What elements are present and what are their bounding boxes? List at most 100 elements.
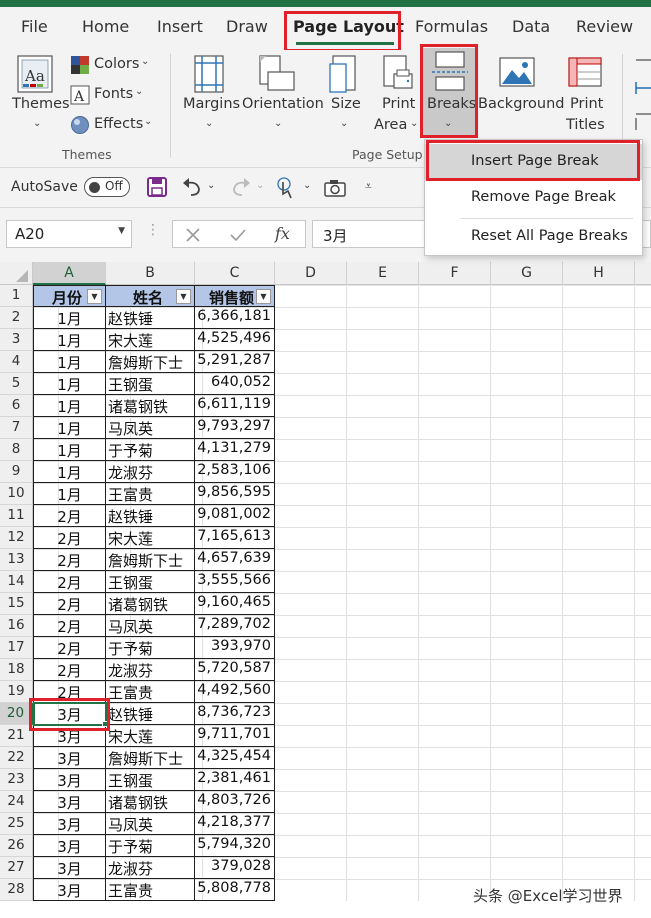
cancel-icon[interactable]: [185, 227, 201, 243]
cell-sales[interactable]: 3,555,566: [195, 571, 275, 593]
print-area-label-1[interactable]: Print: [382, 96, 415, 112]
cell-name[interactable]: 马凤英: [106, 615, 195, 637]
row-header[interactable]: 23: [0, 769, 33, 791]
cell-name[interactable]: 马凤英: [106, 417, 195, 439]
row-header[interactable]: 9: [0, 461, 33, 483]
save-icon[interactable]: [147, 177, 167, 197]
filter-dropdown-icon[interactable]: ▼: [176, 289, 191, 304]
cell-sales[interactable]: 640,052: [195, 373, 275, 395]
tab-data[interactable]: Data: [512, 17, 550, 36]
row-header[interactable]: 24: [0, 791, 33, 813]
cell-sales[interactable]: 5,794,320: [195, 835, 275, 857]
background-button[interactable]: Background: [478, 96, 565, 112]
cell-name[interactable]: 王富贵: [106, 483, 195, 505]
cell-month[interactable]: 2月: [33, 549, 106, 571]
cell-month[interactable]: 3月: [33, 747, 106, 769]
cell-month[interactable]: 2月: [33, 659, 106, 681]
cell-month[interactable]: 1月: [33, 483, 106, 505]
row-header[interactable]: 27: [0, 857, 33, 879]
cell-sales[interactable]: 9,856,595: [195, 483, 275, 505]
cell-sales[interactable]: 5,720,587: [195, 659, 275, 681]
tab-formulas[interactable]: Formulas: [415, 17, 488, 36]
enter-icon[interactable]: [229, 227, 247, 243]
cell-sales[interactable]: 4,325,454: [195, 747, 275, 769]
fonts-button[interactable]: Fonts: [94, 86, 133, 102]
row-header[interactable]: 14: [0, 571, 33, 593]
cell-sales[interactable]: 4,657,639: [195, 549, 275, 571]
column-header-e[interactable]: E: [347, 262, 419, 285]
cell-sales[interactable]: 7,165,613: [195, 527, 275, 549]
cell-name[interactable]: 龙淑芬: [106, 857, 195, 879]
cell-month[interactable]: 1月: [33, 417, 106, 439]
cell-sales[interactable]: 5,808,778: [195, 879, 275, 901]
cell-month[interactable]: 2月: [33, 505, 106, 527]
filter-dropdown-icon[interactable]: ▼: [87, 289, 102, 304]
cell-name[interactable]: 王钢蛋: [106, 373, 195, 395]
cell-sales[interactable]: 4,525,496: [195, 329, 275, 351]
cell-sales[interactable]: 7,289,702: [195, 615, 275, 637]
cell-name[interactable]: 赵铁锤: [106, 703, 195, 725]
cell-name[interactable]: 诸葛钢铁: [106, 791, 195, 813]
select-all-corner[interactable]: [0, 262, 33, 285]
cell-month[interactable]: 1月: [33, 373, 106, 395]
cell-name[interactable]: 诸葛钢铁: [106, 593, 195, 615]
row-header[interactable]: 17: [0, 637, 33, 659]
row-header[interactable]: 10: [0, 483, 33, 505]
row-header[interactable]: 20: [0, 703, 33, 725]
size-button[interactable]: Size: [331, 96, 361, 112]
cell-month[interactable]: 2月: [33, 571, 106, 593]
row-header[interactable]: 6: [0, 395, 33, 417]
customize-qat-icon[interactable]: ⩡: [365, 179, 372, 194]
print-titles-label-1[interactable]: Print: [570, 96, 603, 112]
row-header[interactable]: 16: [0, 615, 33, 637]
margins-button[interactable]: Margins: [183, 96, 240, 112]
cell-sales[interactable]: 4,803,726: [195, 791, 275, 813]
cell-month[interactable]: 3月: [33, 791, 106, 813]
cell-sales[interactable]: 9,160,465: [195, 593, 275, 615]
header-cell-sales[interactable]: 销售额 ▼: [195, 285, 275, 307]
cell-month[interactable]: 2月: [33, 637, 106, 659]
cell-month[interactable]: 3月: [33, 857, 106, 879]
menu-item-remove-page-break[interactable]: Remove Page Break: [425, 180, 642, 216]
redo-icon[interactable]: [230, 177, 252, 197]
insert-function-icon[interactable]: fx: [275, 224, 290, 243]
cell-month[interactable]: 2月: [33, 593, 106, 615]
column-header-f[interactable]: F: [419, 262, 491, 285]
print-area-label-2[interactable]: Area: [374, 117, 407, 133]
filter-dropdown-icon[interactable]: ▼: [256, 289, 271, 304]
tab-file[interactable]: File: [21, 17, 48, 36]
cell-name[interactable]: 宋大莲: [106, 329, 195, 351]
cell-month[interactable]: 3月: [33, 703, 106, 725]
cell-sales[interactable]: 6,611,119: [195, 395, 275, 417]
column-header-h[interactable]: H: [563, 262, 635, 285]
row-header[interactable]: 7: [0, 417, 33, 439]
cell-month[interactable]: 2月: [33, 615, 106, 637]
row-header[interactable]: 5: [0, 373, 33, 395]
cell-month[interactable]: 2月: [33, 681, 106, 703]
header-cell-month[interactable]: 月份 ▼: [33, 285, 106, 307]
cell-name[interactable]: 诸葛钢铁: [106, 395, 195, 417]
row-header[interactable]: 19: [0, 681, 33, 703]
cell-month[interactable]: 1月: [33, 351, 106, 373]
row-header[interactable]: 4: [0, 351, 33, 373]
cell-month[interactable]: 1月: [33, 329, 106, 351]
cell-sales[interactable]: 393,970: [195, 637, 275, 659]
row-header[interactable]: 28: [0, 879, 33, 901]
cell-month[interactable]: 3月: [33, 813, 106, 835]
cell-sales[interactable]: 379,028: [195, 857, 275, 879]
cell-name[interactable]: 龙淑芬: [106, 659, 195, 681]
row-header[interactable]: 18: [0, 659, 33, 681]
cell-sales[interactable]: 5,291,287: [195, 351, 275, 373]
row-header[interactable]: 21: [0, 725, 33, 747]
row-header[interactable]: 22: [0, 747, 33, 769]
cell-name[interactable]: 王富贵: [106, 879, 195, 901]
cell-month[interactable]: 3月: [33, 725, 106, 747]
header-cell-name[interactable]: 姓名 ▼: [106, 285, 195, 307]
cell-name[interactable]: 赵铁锤: [106, 307, 195, 329]
row-header[interactable]: 25: [0, 813, 33, 835]
fill-handle[interactable]: [102, 721, 108, 727]
cell-sales[interactable]: 9,711,701: [195, 725, 275, 747]
row-header[interactable]: 8: [0, 439, 33, 461]
row-header[interactable]: 1: [0, 285, 33, 307]
row-header[interactable]: 11: [0, 505, 33, 527]
